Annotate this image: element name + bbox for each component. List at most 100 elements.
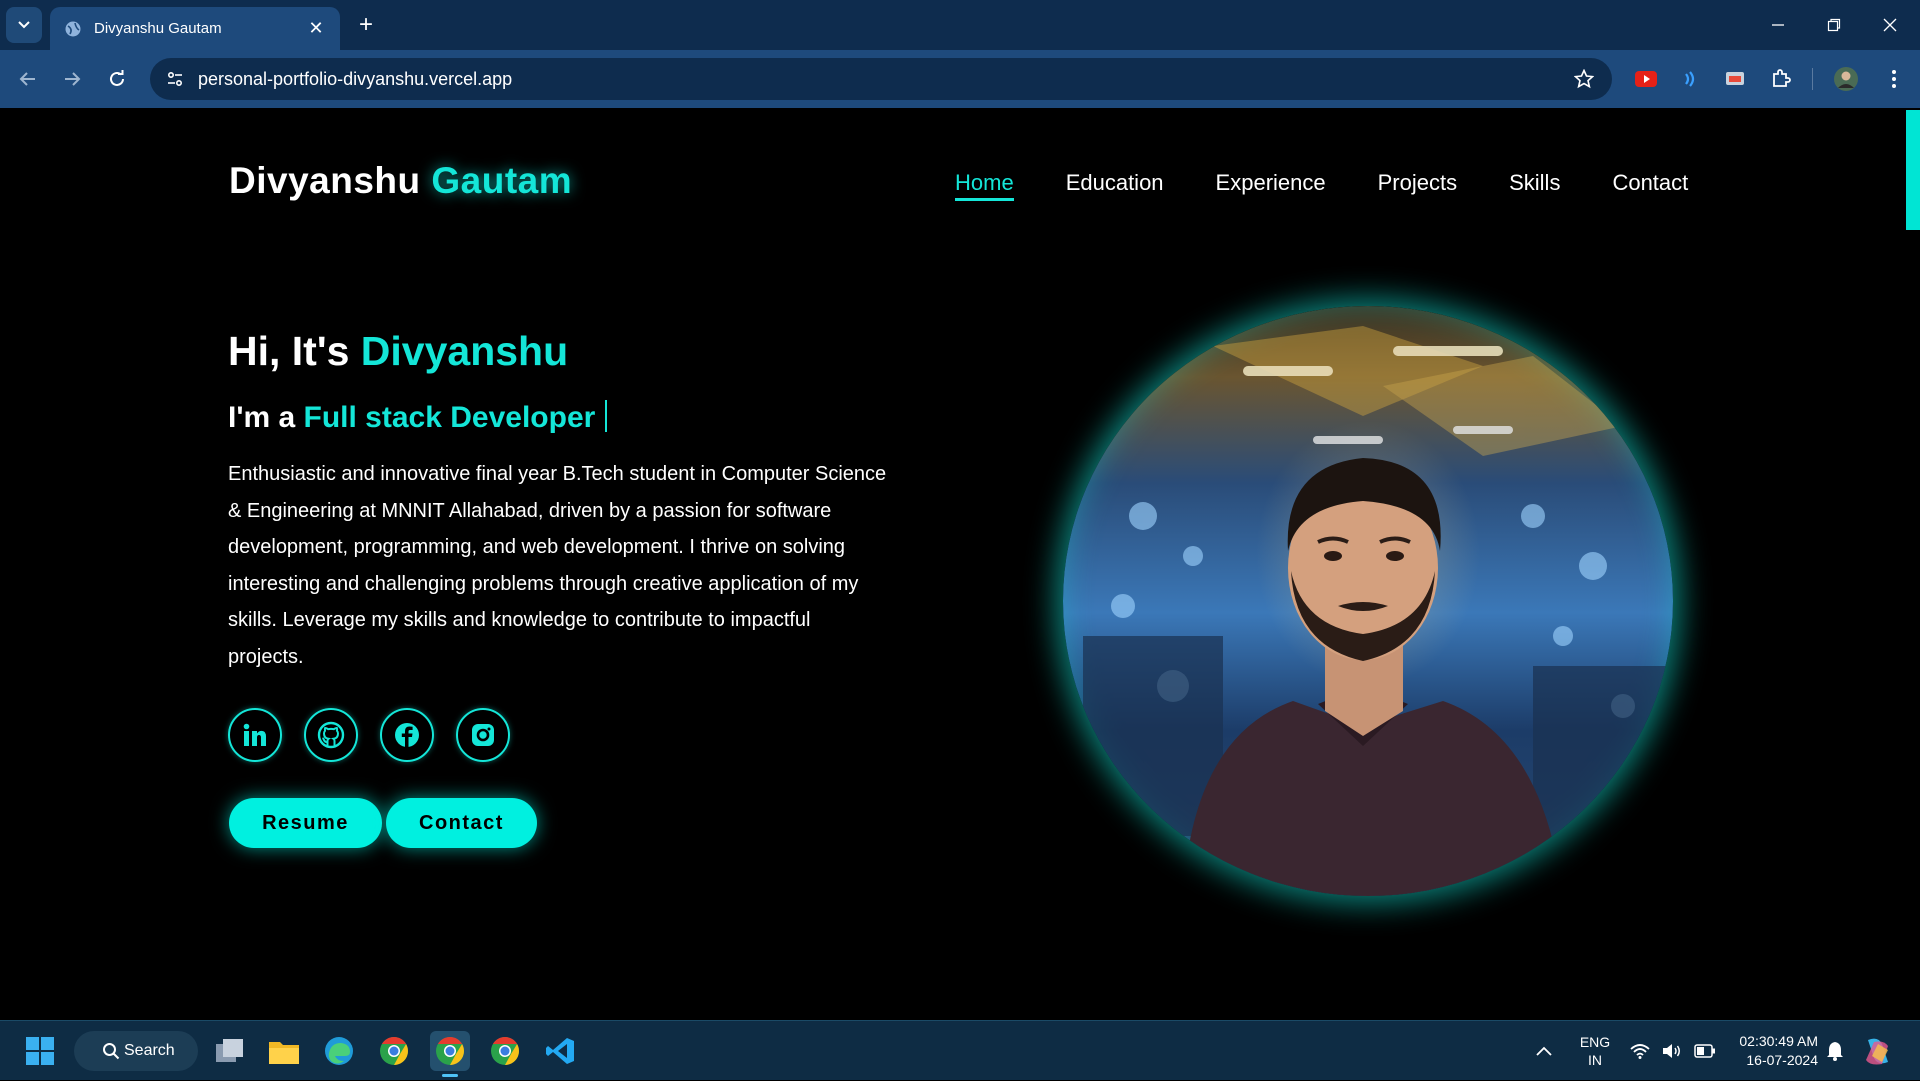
system-status-icons[interactable] <box>1630 1021 1716 1081</box>
chrome-icon <box>380 1037 408 1065</box>
close-window-button[interactable] <box>1862 0 1918 50</box>
chrome-button[interactable] <box>374 1031 414 1071</box>
active-indicator <box>442 1074 458 1077</box>
portfolio-page: Divyanshu Gautam Home Education Experien… <box>0 108 1920 1020</box>
chevron-up-icon <box>1536 1046 1552 1056</box>
lang-code: ENG <box>1579 1034 1611 1050</box>
youtube-extension[interactable] <box>1632 65 1660 93</box>
tab-search-button[interactable] <box>6 7 42 43</box>
github-icon <box>317 721 345 749</box>
typing-caret <box>605 400 608 432</box>
nav-experience[interactable]: Experience <box>1216 170 1326 201</box>
windows-taskbar: Search ENG IN 02:30:49 AM 16-07-2024 <box>0 1020 1920 1080</box>
instagram-link[interactable] <box>456 708 510 762</box>
site-logo[interactable]: Divyanshu Gautam <box>229 160 572 202</box>
clock-time: 02:30:49 AM <box>1739 1033 1818 1049</box>
role-text: Full stack Developer <box>303 401 596 434</box>
volume-icon <box>1663 1044 1680 1058</box>
site-info-icon[interactable] <box>166 70 184 88</box>
chrome-profile-active-button[interactable] <box>430 1031 470 1077</box>
chevron-down-icon <box>18 21 30 29</box>
battery-icon <box>1694 1044 1715 1058</box>
nav-projects[interactable]: Projects <box>1378 170 1457 201</box>
vscode-icon <box>546 1038 574 1064</box>
restore-icon <box>1827 18 1841 32</box>
sound-waves-icon <box>1685 71 1695 87</box>
kebab-menu-icon <box>1892 70 1896 88</box>
linkedin-link[interactable] <box>228 708 282 762</box>
bell-icon <box>1827 1042 1843 1061</box>
search-label: Search <box>124 1042 175 1059</box>
profile-portrait-illustration <box>1083 326 1673 896</box>
edge-button[interactable] <box>319 1031 359 1071</box>
close-icon <box>1883 18 1897 32</box>
logo-last-name: Gautam <box>431 160 573 201</box>
reload-icon <box>110 70 124 86</box>
profile-photo <box>1063 306 1673 896</box>
social-links <box>228 708 510 762</box>
hero-role: I'm a Full stack Developer <box>228 400 608 435</box>
task-view-button[interactable] <box>210 1031 250 1071</box>
profile-avatar[interactable] <box>1832 65 1860 93</box>
contact-button[interactable]: Contact <box>386 798 537 848</box>
youtube-icon <box>1635 71 1657 87</box>
hero-buttons: Resume Contact <box>229 798 537 848</box>
logo-first-name: Divyanshu <box>229 160 421 201</box>
sound-extension[interactable] <box>1676 65 1704 93</box>
arrow-left-icon <box>19 72 35 86</box>
arrow-right-icon <box>65 72 81 86</box>
resume-button[interactable]: Resume <box>229 798 382 848</box>
nav-education[interactable]: Education <box>1066 170 1164 201</box>
search-icon <box>103 1043 120 1060</box>
tab-close-icon[interactable]: ✕ <box>306 18 326 39</box>
cast-icon <box>1726 72 1744 85</box>
browser-menu-button[interactable] <box>1880 65 1908 93</box>
tab-title: Divyanshu Gautam <box>94 20 222 37</box>
role-prefix: I'm a <box>228 401 296 434</box>
nav-contact[interactable]: Contact <box>1612 170 1688 201</box>
github-link[interactable] <box>304 708 358 762</box>
browser-tabstrip: Divyanshu Gautam ✕ + <box>0 0 1920 50</box>
clock-date: 16-07-2024 <box>1746 1052 1818 1068</box>
taskbar-search[interactable]: Search <box>74 1031 198 1071</box>
chrome-profile-button[interactable] <box>485 1031 525 1071</box>
minimize-button[interactable] <box>1750 0 1806 50</box>
vscode-button[interactable] <box>540 1031 580 1071</box>
new-tab-button[interactable]: + <box>352 12 380 40</box>
copilot-button[interactable] <box>1862 1021 1894 1081</box>
cast-extension[interactable] <box>1721 65 1749 93</box>
restore-button[interactable] <box>1806 0 1862 50</box>
browser-tab[interactable]: Divyanshu Gautam ✕ <box>50 7 340 50</box>
address-bar[interactable]: personal-portfolio-divyanshu.vercel.app <box>150 58 1612 100</box>
avatar-icon <box>1834 67 1858 91</box>
bookmark-star-icon[interactable] <box>1574 69 1594 89</box>
minimize-icon <box>1772 24 1784 26</box>
nav-home[interactable]: Home <box>955 170 1014 201</box>
hero-name: Divyanshu <box>360 328 569 374</box>
folder-icon <box>269 1042 299 1064</box>
facebook-icon <box>395 723 419 747</box>
instagram-icon <box>472 724 494 746</box>
nav-skills[interactable]: Skills <box>1509 170 1560 201</box>
puzzle-icon <box>1773 69 1791 87</box>
linkedin-icon <box>243 723 266 746</box>
reload-button[interactable] <box>101 63 133 95</box>
file-explorer-button[interactable] <box>264 1031 304 1071</box>
facebook-link[interactable] <box>380 708 434 762</box>
forward-button[interactable] <box>56 63 88 95</box>
edge-icon <box>325 1037 353 1065</box>
url-text: personal-portfolio-divyanshu.vercel.app <box>198 68 513 89</box>
language-indicator[interactable]: ENG IN <box>1578 1021 1612 1081</box>
wifi-icon <box>1630 1044 1650 1059</box>
back-button[interactable] <box>12 63 44 95</box>
notifications-button[interactable] <box>1826 1021 1844 1081</box>
greeting-text: Hi, It's <box>228 328 350 374</box>
task-view-icon <box>216 1039 243 1062</box>
chrome-icon <box>491 1037 519 1065</box>
scrollbar-thumb[interactable] <box>1906 110 1920 230</box>
start-button[interactable] <box>20 1031 60 1071</box>
clock[interactable]: 02:30:49 AM 16-07-2024 <box>1728 1021 1818 1081</box>
extensions-button[interactable] <box>1767 65 1795 93</box>
chrome-icon <box>436 1037 464 1065</box>
show-hidden-icons-button[interactable] <box>1536 1021 1552 1081</box>
